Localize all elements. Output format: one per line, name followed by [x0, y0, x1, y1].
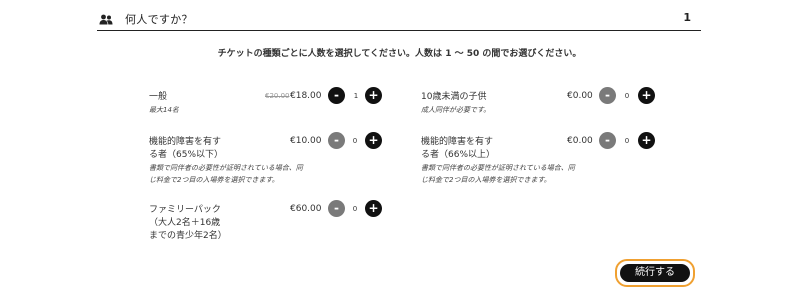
increment-button[interactable]: +	[365, 200, 382, 217]
ticket-old-price: €20.00	[265, 92, 290, 100]
increment-button[interactable]: +	[365, 132, 382, 149]
ticket-name: ファミリーパック （大人2名＋16歳 までの青少年2名）	[149, 205, 227, 241]
ticket-note: 書類で同伴者の必要性が証明されている場合、同 じ料金で2つ目の入場券を選択できま…	[421, 164, 575, 184]
section-title: 何人ですか？	[125, 13, 193, 26]
ticket-price: €60.00	[290, 204, 322, 214]
decrement-button[interactable]: -	[599, 132, 616, 149]
ticket-disability-66: 機能的障害を有す る者（66%以上） 書類で同伴者の必要性が証明されている場合、…	[421, 132, 661, 186]
ticket-note: 書類で同伴者の必要性が証明されている場合、同 じ料金で2つ目の入場券を選択できま…	[149, 164, 303, 184]
quantity-value: 0	[624, 137, 630, 145]
decrement-button[interactable]: -	[599, 87, 616, 104]
increment-button[interactable]: +	[638, 132, 655, 149]
ticket-price: €10.00	[290, 136, 322, 146]
quantity-value: 0	[352, 205, 358, 213]
ticket-price: €0.00	[567, 91, 593, 101]
ticket-children: 10歳未満の子供 成人同伴が必要です。 €0.00 - 0 +	[421, 87, 661, 121]
ticket-price: €18.00	[290, 91, 322, 101]
increment-button[interactable]: +	[638, 87, 655, 104]
ticket-name: 機能的障害を有す る者（66%以上）	[421, 137, 496, 160]
quantity-value: 0	[352, 137, 358, 145]
increment-button[interactable]: +	[365, 87, 382, 104]
ticket-disability-65: 機能的障害を有す る者（65%以下） 書類で同伴者の必要性が証明されている場合、…	[149, 132, 389, 186]
decrement-button[interactable]: -	[328, 200, 345, 217]
ticket-price: €0.00	[567, 136, 593, 146]
continue-button-focus-ring: 続行する	[615, 259, 695, 287]
people-icon	[99, 11, 113, 25]
participant-count: 1	[683, 11, 691, 24]
instruction-text: チケットの種類ごとに人数を選択してください。人数は 1 〜 50 の間でお選びく…	[217, 49, 582, 59]
quantity-value: 1	[353, 92, 359, 100]
continue-button[interactable]: 続行する	[620, 264, 690, 282]
decrement-button[interactable]: -	[328, 132, 345, 149]
ticket-note: 最大14名	[149, 106, 179, 114]
ticket-family-pack: ファミリーパック （大人2名＋16歳 までの青少年2名） €60.00 - 0 …	[149, 200, 389, 244]
ticket-name: 一般	[149, 92, 168, 102]
quantity-value: 0	[624, 92, 630, 100]
section-header: 何人ですか？ 1	[97, 8, 701, 31]
ticket-general: 一般 最大14名 €20.00 €18.00 - 1 +	[149, 87, 389, 121]
ticket-name: 10歳未満の子供	[421, 92, 487, 102]
decrement-button[interactable]: -	[328, 87, 345, 104]
ticket-note: 成人同伴が必要です。	[421, 106, 491, 114]
ticket-name: 機能的障害を有す る者（65%以下）	[149, 137, 224, 160]
